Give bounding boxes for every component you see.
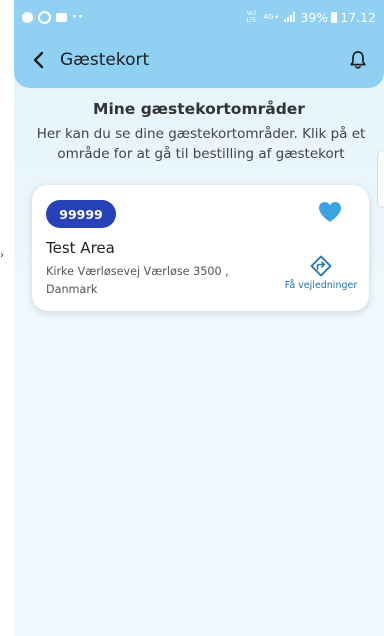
- area-code-badge: 99999: [46, 200, 116, 228]
- favorite-button[interactable]: [317, 200, 343, 224]
- scroll-handle[interactable]: [377, 150, 384, 208]
- notifications-button[interactable]: [340, 42, 376, 78]
- app-header: ·· Vo) LTE 4G+ 39% 17.12 Gæstekort: [14, 0, 384, 88]
- guest-area-card[interactable]: 99999 Test Area Kirke Værløsevej Værløse…: [32, 185, 369, 311]
- back-button[interactable]: [16, 40, 60, 80]
- navigation-bar: Gæstekort: [14, 40, 384, 80]
- section-description: Her kan du se dine gæstekortområder. Kli…: [36, 126, 366, 162]
- directions-icon: [310, 255, 332, 277]
- bell-icon: [350, 51, 366, 69]
- network-type-icon: 4G+: [263, 12, 280, 21]
- notification-app-icon: [22, 11, 33, 23]
- battery-percent: 39%: [300, 9, 329, 25]
- directions-button[interactable]: Få vejledninger: [273, 255, 369, 291]
- status-system: Vo) LTE 4G+ 39% 17.12: [247, 10, 376, 25]
- area-address: Kirke Værløsevej Værløse 3500 , Danmark: [46, 265, 229, 296]
- notification-message-icon: [56, 12, 67, 22]
- section-title: Mine gæstekortområder: [93, 100, 305, 118]
- notification-sync-icon: [38, 10, 51, 24]
- volte-icon: Vo) LTE: [246, 10, 257, 24]
- page-title: Gæstekort: [60, 50, 150, 70]
- signal-icon: [284, 12, 296, 22]
- status-notifications: ··: [22, 10, 84, 25]
- edge-arrow-indicator: ›: [0, 250, 4, 261]
- area-name: Test Area: [46, 239, 115, 257]
- heart-icon: [319, 202, 341, 222]
- more-notifications-indicator: ··: [72, 9, 84, 25]
- clock: 17.12: [340, 9, 376, 25]
- battery-icon: [331, 11, 338, 23]
- status-bar: ·· Vo) LTE 4G+ 39% 17.12: [14, 0, 384, 34]
- chevron-left-icon: [33, 51, 44, 69]
- directions-label: Få vejledninger: [284, 280, 358, 291]
- app-screen: ·· Vo) LTE 4G+ 39% 17.12 Gæstekort Mine …: [14, 0, 384, 636]
